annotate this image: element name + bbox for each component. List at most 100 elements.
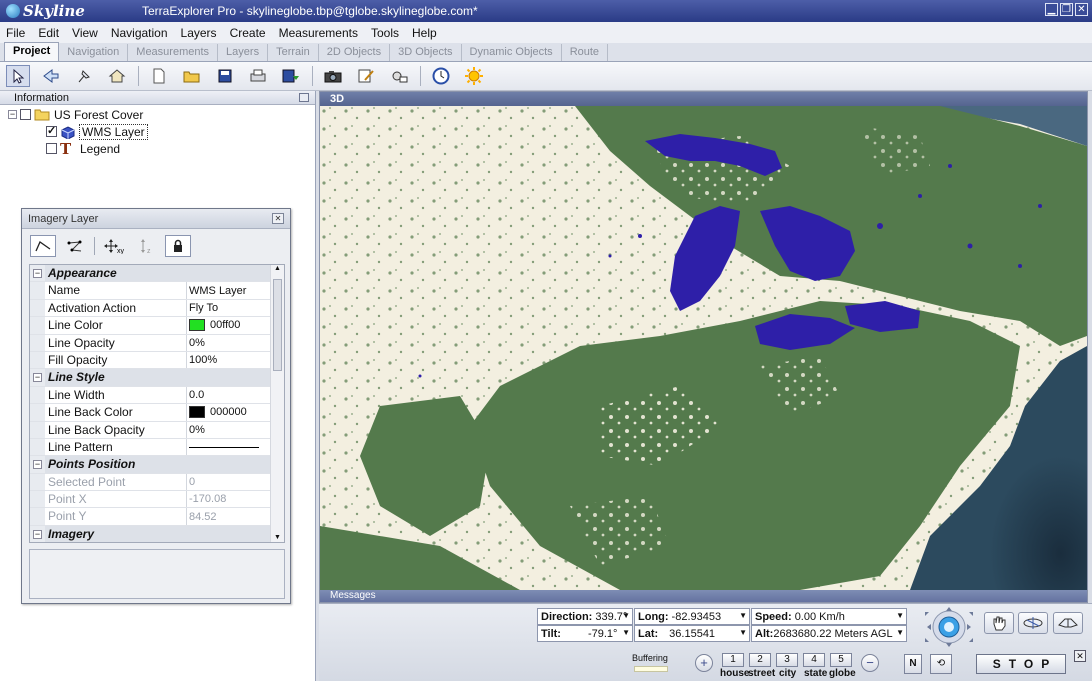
menu-help[interactable]: Help bbox=[412, 26, 437, 40]
property-value[interactable]: Fly To bbox=[187, 300, 263, 316]
zoom-level-house[interactable]: 1 bbox=[722, 653, 744, 667]
property-value[interactable]: 84.52 bbox=[187, 508, 263, 524]
dropdown-arrow-icon[interactable]: ▼ bbox=[739, 628, 747, 637]
property-row[interactable]: Line Back Opacity 0% bbox=[30, 421, 284, 439]
tab-measurements[interactable]: Measurements bbox=[128, 44, 219, 61]
north-button[interactable]: N bbox=[904, 654, 922, 674]
property-row[interactable]: Line Opacity 0% bbox=[30, 334, 284, 352]
zoom-level-street[interactable]: 2 bbox=[749, 653, 771, 667]
property-category[interactable]: − Appearance bbox=[30, 265, 284, 283]
property-row[interactable]: Line Pattern bbox=[30, 438, 284, 457]
restore-icon[interactable]: ❐ bbox=[1060, 3, 1073, 16]
property-row[interactable]: Line Width 0.0 bbox=[30, 386, 284, 405]
property-row[interactable]: Fill Opacity 100% bbox=[30, 351, 284, 370]
tab-navigation[interactable]: Navigation bbox=[59, 44, 129, 61]
minimize-icon[interactable]: ▁ bbox=[1045, 3, 1058, 16]
clock-icon[interactable] bbox=[429, 65, 453, 87]
zoom-out-button[interactable]: − bbox=[861, 654, 879, 672]
property-value[interactable]: -170.08 bbox=[187, 491, 263, 507]
zoom-level-state[interactable]: 4 bbox=[803, 653, 825, 667]
save-icon[interactable] bbox=[213, 65, 237, 87]
property-value[interactable]: 000000 bbox=[187, 404, 263, 420]
settings-tools-icon[interactable] bbox=[387, 65, 411, 87]
scroll-down-icon[interactable]: ▼ bbox=[274, 534, 281, 541]
panel-close-icon[interactable]: ✕ bbox=[1074, 650, 1086, 662]
menu-file[interactable]: File bbox=[6, 26, 25, 40]
open-folder-icon[interactable] bbox=[180, 65, 204, 87]
property-value[interactable]: 0% bbox=[187, 335, 263, 351]
collapse-icon[interactable]: − bbox=[33, 529, 42, 539]
orbit-button[interactable] bbox=[1018, 612, 1048, 634]
property-value[interactable]: 0 bbox=[187, 474, 263, 490]
property-row[interactable]: Line Color 00ff00 bbox=[30, 317, 284, 335]
3d-view[interactable]: 3D Messages bbox=[319, 91, 1088, 603]
collapse-icon[interactable]: − bbox=[33, 268, 42, 278]
stop-button[interactable]: STOP bbox=[976, 654, 1066, 674]
menu-layers[interactable]: Layers bbox=[181, 26, 217, 40]
tab-route[interactable]: Route bbox=[562, 44, 609, 61]
tilt-field[interactable]: Tilt: -79.1° ▼ bbox=[537, 625, 633, 642]
messages-bar[interactable]: Messages bbox=[320, 590, 1087, 602]
latitude-field[interactable]: Lat: 36.15541 ▼ bbox=[634, 625, 750, 642]
edit-line-icon[interactable] bbox=[30, 235, 56, 257]
print-icon[interactable] bbox=[246, 65, 270, 87]
zoom-in-button[interactable]: + bbox=[695, 654, 713, 672]
scroll-thumb[interactable] bbox=[273, 279, 282, 371]
scroll-up-icon[interactable]: ▲ bbox=[271, 265, 284, 272]
fly-mode-button[interactable] bbox=[1053, 612, 1083, 634]
dropdown-arrow-icon[interactable]: ▼ bbox=[739, 611, 747, 620]
menu-create[interactable]: Create bbox=[230, 26, 266, 40]
collapse-icon[interactable]: − bbox=[33, 459, 42, 469]
menu-edit[interactable]: Edit bbox=[38, 26, 59, 40]
property-row[interactable]: Point Y 84.52 bbox=[30, 508, 284, 526]
tab-3d-objects[interactable]: 3D Objects bbox=[390, 44, 462, 61]
camera-icon[interactable] bbox=[321, 65, 345, 87]
menu-view[interactable]: View bbox=[72, 26, 98, 40]
color-swatch[interactable] bbox=[189, 406, 205, 419]
legend-checkbox[interactable] bbox=[46, 143, 57, 154]
dropdown-arrow-icon[interactable]: ▼ bbox=[896, 611, 904, 620]
speed-field[interactable]: Speed: 0.00 Km/h ▼ bbox=[751, 608, 907, 625]
property-scrollbar[interactable]: ▲ ▼ bbox=[270, 265, 284, 542]
pan-hand-button[interactable] bbox=[984, 612, 1014, 634]
property-row[interactable]: Activation Action Fly To bbox=[30, 299, 284, 318]
reset-view-button[interactable]: ⟲ bbox=[930, 654, 952, 674]
dropdown-arrow-icon[interactable]: ▼ bbox=[896, 628, 904, 637]
tree-item-wms-layer[interactable]: WMS Layer bbox=[46, 123, 148, 140]
move-xy-icon[interactable]: xy bbox=[101, 235, 127, 257]
zoom-level-globe[interactable]: 5 bbox=[830, 653, 852, 667]
property-value[interactable] bbox=[187, 439, 263, 455]
panel-minimize-icon[interactable] bbox=[299, 93, 309, 102]
select-arrow-icon[interactable] bbox=[6, 65, 30, 87]
property-value[interactable]: 00ff00 bbox=[187, 317, 263, 333]
collapse-icon[interactable]: − bbox=[8, 110, 17, 119]
menu-tools[interactable]: Tools bbox=[371, 26, 399, 40]
terrain-map[interactable] bbox=[320, 106, 1087, 590]
property-category[interactable]: − Line Style bbox=[30, 369, 284, 387]
tree-item-us-forest-cover[interactable]: − US Forest Cover bbox=[8, 106, 143, 123]
tree-item-legend[interactable]: T Legend bbox=[46, 140, 120, 158]
menu-navigation[interactable]: Navigation bbox=[111, 26, 168, 40]
property-value[interactable]: 0.0 bbox=[187, 387, 263, 403]
move-z-icon[interactable]: z bbox=[133, 235, 159, 257]
edit-form-icon[interactable] bbox=[354, 65, 378, 87]
tab-terrain[interactable]: Terrain bbox=[268, 44, 319, 61]
home-icon[interactable] bbox=[105, 65, 129, 87]
property-row[interactable]: Line Back Color 000000 bbox=[30, 404, 284, 422]
sun-icon[interactable] bbox=[462, 65, 486, 87]
imagery-window-header[interactable]: Imagery Layer ✕ bbox=[22, 209, 290, 229]
layer-checkbox[interactable] bbox=[20, 109, 31, 120]
tab-dynamic-objects[interactable]: Dynamic Objects bbox=[462, 44, 562, 61]
save-as-icon[interactable] bbox=[279, 65, 303, 87]
pin-icon[interactable] bbox=[72, 65, 96, 87]
property-value[interactable]: WMS Layer bbox=[187, 282, 263, 298]
property-category[interactable]: − Points Position bbox=[30, 456, 284, 474]
fly-to-icon[interactable] bbox=[39, 65, 63, 87]
collapse-icon[interactable]: − bbox=[33, 373, 42, 383]
menu-measurements[interactable]: Measurements bbox=[279, 26, 358, 40]
property-row[interactable]: Selected Point 0 bbox=[30, 473, 284, 492]
direction-field[interactable]: Direction: 339.7° ▼ bbox=[537, 608, 633, 625]
navigation-joystick[interactable] bbox=[917, 606, 977, 648]
zoom-level-city[interactable]: 3 bbox=[776, 653, 798, 667]
property-value[interactable]: 100% bbox=[187, 352, 263, 368]
